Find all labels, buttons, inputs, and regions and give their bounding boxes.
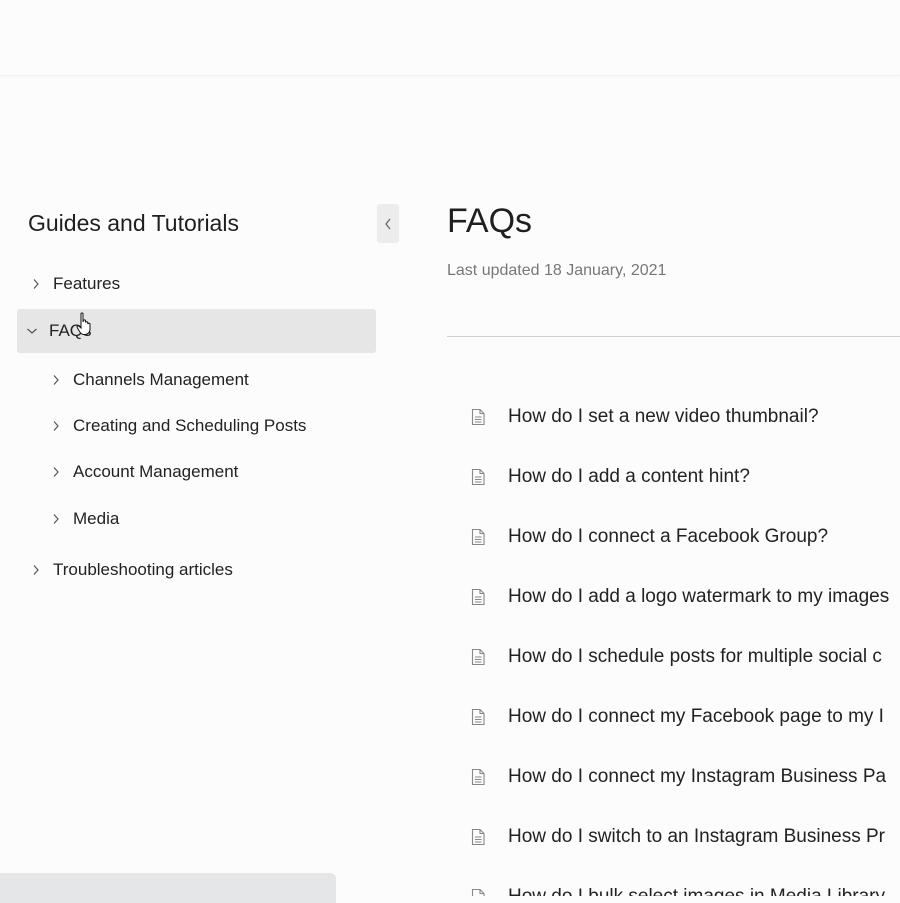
sidebar-item-media[interactable]: Media [50,497,119,541]
article-link[interactable]: How do I add a content hint? [469,457,750,497]
article-link[interactable]: How do I schedule posts for multiple soc… [469,637,882,677]
chevron-right-icon [50,466,62,478]
sidebar-item-label: FAQs [49,321,92,340]
sidebar-footer-bar [0,873,336,903]
article-title: How do I bulk select images in Media Lib… [508,886,885,896]
article-link[interactable]: How do I connect my Instagram Business P… [469,757,886,797]
article-link[interactable]: How do I switch to an Instagram Business… [469,817,885,857]
collapse-sidebar-button[interactable] [377,204,399,243]
sidebar-item-features[interactable]: Features [30,262,120,306]
sidebar-item-account-management[interactable]: Account Management [50,450,238,494]
sidebar-item-label: Media [73,509,120,528]
document-icon [471,828,485,846]
article-title: How do I connect a Facebook Group? [508,526,829,547]
article-title: How do I add a content hint? [508,466,750,487]
article-title: How do I switch to an Instagram Business… [508,826,885,847]
sidebar-item-channels-management[interactable]: Channels Management [50,358,249,402]
sidebar-item-label: Features [53,274,121,293]
article-title: How do I connect my Facebook page to my … [508,706,884,727]
article-title: How do I set a new video thumbnail? [508,406,819,427]
sidebar-item-label: Troubleshooting articles [53,560,233,579]
article-link[interactable]: How do I bulk select images in Media Lib… [469,877,885,896]
article-title: How do I connect my Instagram Business P… [508,766,887,787]
sidebar-item-troubleshooting-articles[interactable]: Troubleshooting articles [30,548,233,592]
chevron-left-icon [385,218,391,229]
main-content: FAQs Last updated 18 January, 2021 How d… [447,160,900,896]
document-icon [471,708,485,726]
divider [447,336,900,337]
document-icon [471,588,485,606]
sidebar: Guides and Tutorials Features FAQs Chann… [0,160,400,896]
chevron-right-icon [50,420,62,432]
chevron-right-icon [50,374,62,386]
article-link[interactable]: How do I connect a Facebook Group? [469,517,828,557]
article-title: How do I schedule posts for multiple soc… [508,646,882,667]
chevron-right-icon [30,278,42,290]
article-link[interactable]: How do I add a logo watermark to my imag… [469,577,889,617]
document-icon [471,648,485,666]
sidebar-item-creating-scheduling-posts[interactable]: Creating and Scheduling Posts [50,404,306,448]
sidebar-item-label: Account Management [73,462,239,481]
article-title: How do I add a logo watermark to my imag… [508,586,890,607]
sidebar-item-label: Creating and Scheduling Posts [73,416,307,435]
chevron-right-icon [30,564,42,576]
document-icon [471,408,485,426]
document-icon [471,468,485,486]
document-icon [471,528,485,546]
top-header-bar [0,0,900,76]
sidebar-item-label: Channels Management [73,370,249,389]
sidebar-title: Guides and Tutorials [28,210,239,236]
article-link[interactable]: How do I set a new video thumbnail? [469,397,819,437]
last-updated-text: Last updated 18 January, 2021 [447,262,667,279]
chevron-right-icon [50,513,62,525]
sidebar-item-faqs[interactable]: FAQs [17,309,376,353]
document-icon [471,888,485,896]
article-link[interactable]: How do I connect my Facebook page to my … [469,697,884,737]
chevron-down-icon [26,325,38,337]
page-title: FAQs [447,202,533,240]
document-icon [471,768,485,786]
